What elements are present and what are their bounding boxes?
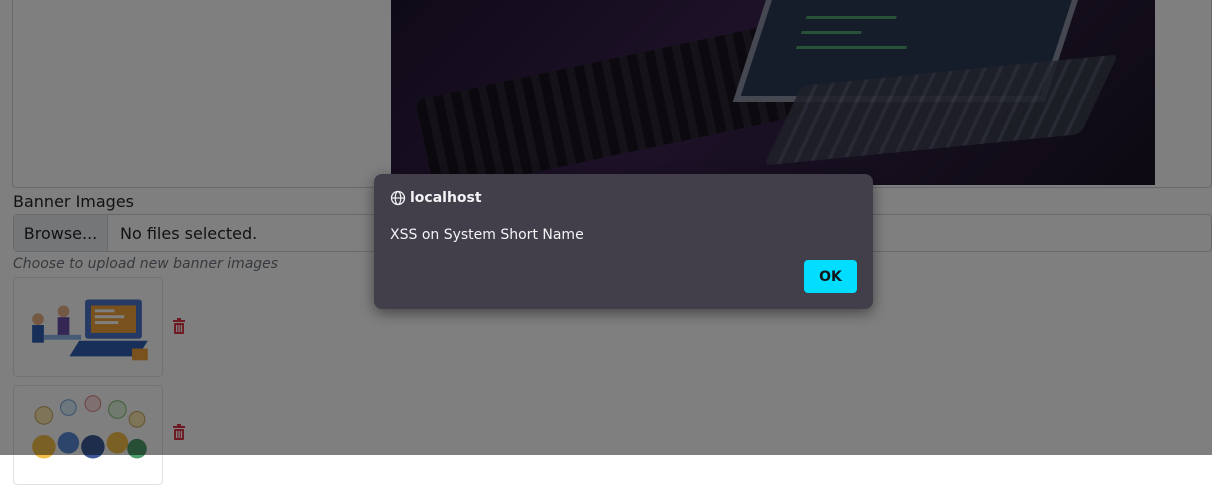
alert-dialog: localhost XSS on System Short Name OK [374, 174, 873, 309]
ok-button[interactable]: OK [804, 260, 857, 293]
globe-icon [390, 190, 406, 206]
alert-origin: localhost [410, 190, 482, 206]
alert-header: localhost [390, 190, 482, 206]
alert-message: XSS on System Short Name [390, 227, 584, 243]
